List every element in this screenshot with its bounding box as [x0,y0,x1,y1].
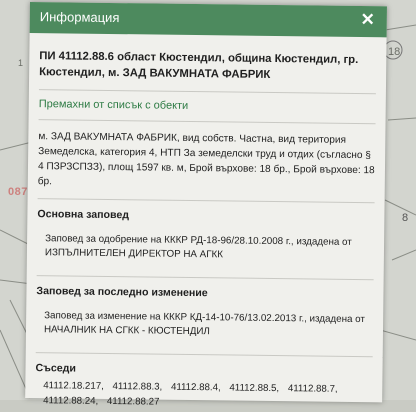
map-label: 1 [18,58,24,68]
popup-content: ПИ 41112.88.6 област Кюстендил, община К… [25,33,387,412]
popup-title: Информация [39,9,120,26]
popup-header: Информация ✕ [29,2,387,38]
last-change-text: Заповед за изменение на КККР КД-14-10-76… [43,310,366,338]
neighbor-link[interactable]: 41112.88.3, [112,381,162,393]
parcel-description: м. ЗАД ВАКУМНАТА ФАБРИК, вид собств. Час… [37,131,375,188]
neighbors-title: Съседи [35,362,77,375]
main-order-title: Основна заповед [37,208,130,222]
map-label: 8 [402,212,409,224]
divider [36,275,374,281]
info-popup: Информация ✕ ПИ 41112.88.6 област Кюстен… [25,2,387,408]
divider [35,352,373,358]
neighbor-link[interactable]: 41112.88.7, [288,383,338,395]
neighbor-link[interactable]: 41112.88.24, [43,395,98,407]
map-label: 18 [388,46,401,58]
last-change-title: Заповед за последно изменение [36,285,208,300]
neighbor-link[interactable]: 41112.88.27 [107,396,160,408]
divider [38,119,376,125]
neighbors-list: 41112.18.217, 41112.88.3, 41112.88.4, 41… [35,378,372,412]
parcel-heading: ПИ 41112.88.6 област Кюстендил, община К… [39,50,359,81]
main-order-text: Заповед за одобрение на КККР РД-18-96/28… [44,233,352,261]
divider [37,198,375,204]
remove-from-list-link[interactable]: Премахни от списък с обекти [39,98,376,114]
close-icon[interactable]: ✕ [360,10,374,30]
neighbor-link[interactable]: 41112.88.4, [171,382,221,394]
neighbor-link[interactable]: 41112.18.217, [43,380,104,392]
divider [38,89,376,95]
neighbor-link[interactable]: 41112.88.5, [229,382,279,394]
